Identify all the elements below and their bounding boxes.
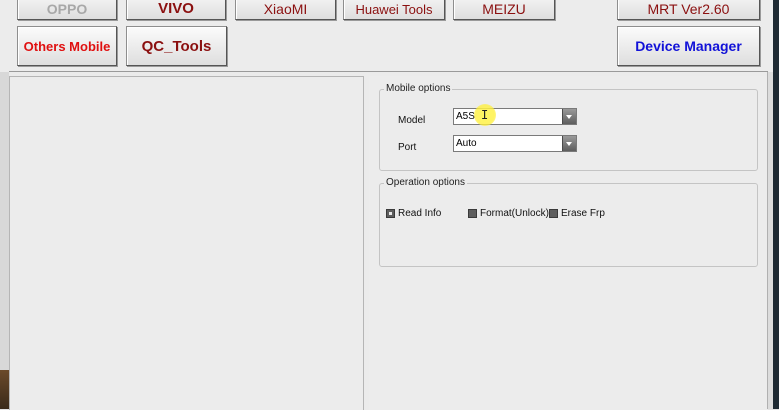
model-label: Model (398, 115, 426, 126)
port-label: Port (398, 142, 417, 153)
desktop-background-corner (0, 370, 9, 409)
model-value: A5S (456, 111, 475, 122)
format-unlock-label: Format(Unlock) (480, 208, 549, 219)
log-panel (9, 76, 364, 410)
erase-frp-label: Erase Frp (561, 208, 605, 219)
operation-options-group: Operation options Read Info Format(Unloc… (379, 177, 758, 267)
mobile-options-group: Mobile options Model A5S Port Auto (379, 83, 758, 171)
combo-arrow-icon[interactable] (562, 136, 576, 151)
qc-tools-button[interactable]: QC_Tools (126, 26, 227, 66)
port-value: Auto (456, 138, 477, 149)
device-manager-button[interactable]: Device Manager (617, 26, 760, 66)
text-cursor-icon: I (481, 108, 489, 122)
vivo-button[interactable]: VIVO (126, 0, 226, 20)
xiaomi-button[interactable]: XiaoMI (235, 0, 336, 20)
options-panel: Mobile options Model A5S Port Auto Opera… (369, 76, 768, 410)
model-select[interactable]: A5S (453, 108, 577, 125)
read-info-label: Read Info (398, 208, 442, 219)
oppo-button[interactable]: OPPO (17, 0, 117, 20)
combo-arrow-icon[interactable] (562, 109, 576, 124)
window-left-edge (0, 72, 9, 370)
read-info-checkbox[interactable]: Read Info (386, 208, 441, 219)
operation-options-legend: Operation options (384, 177, 467, 188)
meizu-button[interactable]: MEIZU (453, 0, 555, 20)
checkbox-icon[interactable] (386, 209, 395, 218)
port-select[interactable]: Auto (453, 135, 577, 152)
format-unlock-checkbox[interactable]: Format(Unlock) (468, 208, 549, 219)
huawei-tools-button[interactable]: Huawei Tools (343, 0, 445, 20)
erase-frp-checkbox[interactable]: Erase Frp (549, 208, 605, 219)
checkbox-icon[interactable] (549, 209, 558, 218)
mrt-version-button[interactable]: MRT Ver2.60 (617, 0, 760, 20)
toolbar: OPPO VIVO XiaoMI Huawei Tools MEIZU MRT … (0, 0, 779, 72)
mobile-options-legend: Mobile options (384, 83, 453, 94)
others-mobile-button[interactable]: Others Mobile (17, 26, 117, 66)
main-area: Mobile options Model A5S Port Auto Opera… (9, 71, 768, 410)
desktop-right-edge (773, 0, 779, 409)
checkbox-icon[interactable] (468, 209, 477, 218)
